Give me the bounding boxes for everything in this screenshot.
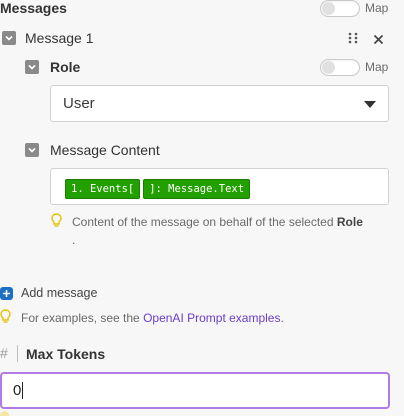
messages-title: Messages — [0, 0, 67, 16]
examples-prefix: For examples, see the — [21, 311, 140, 325]
hint-prefix: Content of the message on behalf of the … — [72, 215, 334, 229]
role-map-label: Map — [365, 60, 389, 74]
token-events[interactable]: 1. Events[ — [65, 179, 141, 199]
message-1-label: Message 1 — [25, 30, 94, 46]
message-content-hint: Content of the message on behalf of the … — [72, 214, 394, 231]
drag-handle-icon[interactable] — [347, 31, 359, 45]
hint-bold: Role — [336, 215, 363, 229]
examples-suffix: . — [280, 311, 284, 325]
chevron-down-icon — [5, 35, 13, 41]
chevron-down-icon — [28, 147, 36, 153]
max-tokens-label: Max Tokens — [26, 346, 106, 362]
add-message-icon[interactable] — [0, 287, 13, 300]
bottom-lightbulb-icon — [0, 411, 9, 416]
role-select[interactable]: User — [50, 85, 389, 122]
lightbulb-icon — [0, 309, 11, 324]
max-tokens-value: 0 — [13, 382, 22, 399]
max-tokens-divider — [17, 345, 18, 362]
openai-prompt-examples-link[interactable]: OpenAI Prompt examples — [143, 311, 280, 325]
close-icon[interactable] — [373, 32, 384, 45]
max-tokens-input[interactable]: 0 — [0, 372, 390, 409]
role-map-toggle[interactable] — [320, 59, 360, 76]
number-type-icon: # — [0, 345, 8, 361]
message-content-label: Message Content — [50, 142, 160, 158]
message-1-collapse-checkbox[interactable] — [2, 31, 16, 45]
dropdown-arrow-icon — [364, 101, 376, 108]
lightbulb-icon — [51, 213, 62, 228]
token-message-text[interactable]: ]: Message.Text — [143, 179, 251, 199]
message-content-collapse-checkbox[interactable] — [25, 143, 39, 157]
hint-suffix: . — [72, 233, 76, 247]
messages-map-label: Map — [365, 1, 389, 15]
text-cursor — [22, 382, 23, 399]
examples-hint: For examples, see the OpenAI Prompt exam… — [21, 310, 284, 327]
add-message-button[interactable]: Add message — [21, 286, 97, 300]
role-collapse-checkbox[interactable] — [25, 60, 39, 74]
role-label: Role — [50, 59, 81, 75]
messages-map-toggle[interactable] — [320, 0, 360, 17]
chevron-down-icon — [28, 64, 36, 70]
role-selected-value: User — [63, 95, 95, 112]
message-content-input[interactable]: 1. Events[]: Message.Text — [50, 168, 389, 205]
